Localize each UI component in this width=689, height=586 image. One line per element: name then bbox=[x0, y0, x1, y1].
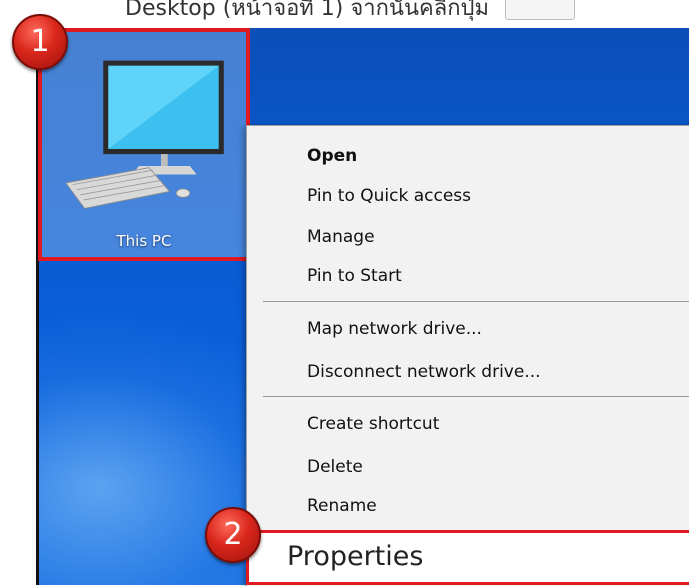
menu-item-pin-to-start[interactable]: Pin to Start bbox=[307, 258, 402, 294]
menu-item-open[interactable]: Open bbox=[307, 138, 357, 174]
menu-item-create-shortcut[interactable]: Create shortcut bbox=[307, 406, 439, 442]
menu-item-rename[interactable]: Rename bbox=[307, 488, 377, 524]
menu-item-properties[interactable]: Properties bbox=[246, 530, 689, 585]
menu-item-delete[interactable]: Delete bbox=[307, 449, 363, 485]
top-caption: Desktop (หน้าจอที่ 1) จากนั้นคลิกปุ่ม bbox=[0, 0, 689, 28]
menu-item-pin-to-quick-access[interactable]: Pin to Quick access bbox=[307, 178, 471, 214]
menu-separator bbox=[263, 301, 689, 302]
menu-item-map-network-drive[interactable]: Map network drive... bbox=[307, 311, 482, 347]
key-glyph bbox=[505, 0, 575, 20]
menu-separator bbox=[263, 396, 689, 397]
step-1-highlight bbox=[38, 28, 250, 261]
menu-item-disconnect-network-drive[interactable]: Disconnect network drive... bbox=[307, 354, 541, 390]
step-1-badge: 1 bbox=[12, 14, 68, 70]
caption-text: Desktop (หน้าจอที่ 1) จากนั้นคลิกปุ่ม bbox=[125, 0, 489, 21]
context-menu: Open Pin to Quick access Manage Pin to S… bbox=[246, 125, 689, 586]
step-2-badge: 2 bbox=[205, 507, 261, 563]
properties-label: Properties bbox=[287, 541, 424, 572]
menu-item-manage[interactable]: Manage bbox=[307, 219, 375, 255]
